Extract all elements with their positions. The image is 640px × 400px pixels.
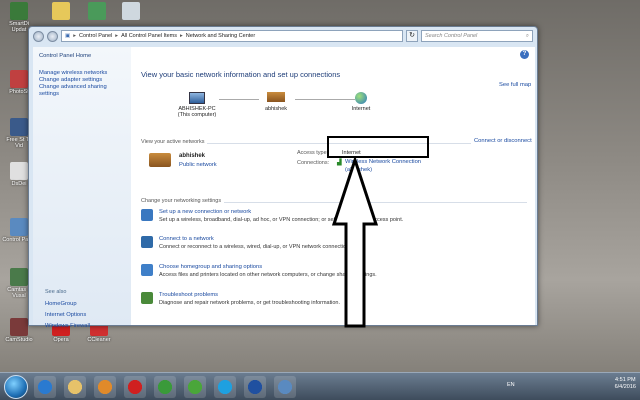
map-network: abhishek [251, 92, 301, 112]
taskbar-chrome-icon[interactable] [154, 376, 176, 398]
troubleshoot-icon [141, 292, 153, 304]
computer-icon [189, 92, 205, 104]
desktop-icon-label: CCleaner [87, 337, 111, 343]
clock-date: 6/4/2016 [614, 384, 636, 390]
connect-network-icon [141, 236, 153, 248]
globe-icon [355, 92, 367, 104]
sidebar-link-manage-wireless[interactable]: Manage wireless networks [39, 70, 125, 77]
search-placeholder: Search Control Panel [425, 33, 478, 39]
see-also-homegroup[interactable]: HomeGroup [45, 301, 77, 308]
network-type-link[interactable]: Public network [179, 162, 217, 169]
access-type-label: Access type: [297, 150, 329, 156]
task-troubleshoot-title[interactable]: Troubleshoot problems [159, 292, 218, 299]
task-new-connection-title[interactable]: Set up a new connection or network [159, 209, 251, 216]
task-troubleshoot-desc: Diagnose and repair network problems, or… [159, 300, 340, 306]
breadcrumb-2[interactable]: Network and Sharing Center [186, 33, 255, 39]
desktop-app-icon [122, 2, 140, 20]
connections-label: Connections: [297, 160, 330, 166]
task-connect-network-desc: Connect or reconnect to a wireless, wire… [159, 244, 351, 250]
desktop-icon-label: Opera [53, 337, 69, 343]
language-indicator[interactable]: EN [507, 382, 515, 388]
sidebar-link-advanced-sharing[interactable]: Change advanced sharing settings [39, 84, 123, 98]
see-full-map-link[interactable]: See full map [499, 82, 531, 89]
help-icon[interactable]: ? [520, 50, 529, 59]
clock-time: 4:51 PM [615, 377, 636, 383]
up-arrow-annotation [331, 158, 379, 328]
desktop-app-icon [10, 70, 28, 88]
map-internet: Internet [341, 92, 381, 112]
active-networks-label: View your active networks [141, 139, 208, 145]
map-internet-label: Internet [351, 106, 371, 112]
taskbar-bluetooth-icon[interactable] [244, 376, 266, 398]
active-network-name: abhishek [179, 153, 206, 159]
address-bar-row: ▣ ▸ Control Panel ▸ All Control Panel It… [29, 27, 537, 45]
desktop-app-icon [10, 268, 28, 286]
taskbar-skype-icon[interactable] [214, 376, 236, 398]
new-connection-icon [141, 209, 153, 221]
taskbar-media-icon[interactable] [94, 376, 116, 398]
desktop-icon-label: CamStudio [5, 337, 33, 343]
desktop-app-icon [88, 2, 106, 20]
highlight-box [327, 136, 429, 158]
change-settings-label: Change your networking settings [141, 198, 225, 204]
page-title: View your basic network information and … [141, 70, 341, 79]
connect-disconnect-link[interactable]: Connect or disconnect [471, 138, 532, 145]
desktop-icon[interactable] [44, 2, 78, 21]
task-homegroup-title[interactable]: Choose homegroup and sharing options [159, 264, 262, 271]
search-icon[interactable]: ⌕ [526, 33, 529, 40]
forward-button[interactable] [47, 30, 58, 42]
network-bench-icon [149, 153, 171, 167]
start-button[interactable] [4, 375, 28, 399]
desktop-app-icon [10, 318, 28, 336]
bench-icon [267, 92, 285, 102]
sidebar-link-adapter[interactable]: Change adapter settings [39, 77, 125, 84]
address-bar[interactable]: ▣ ▸ Control Panel ▸ All Control Panel It… [61, 30, 403, 42]
breadcrumb-1[interactable]: All Control Panel Items [121, 33, 177, 39]
network-icon: ▣ [65, 33, 71, 39]
desktop-app-icon [10, 118, 28, 136]
see-also-firewall[interactable]: Windows Firewall [45, 323, 90, 330]
desktop-icon[interactable] [80, 2, 114, 21]
map-computer-sub: (This computer) [177, 112, 217, 118]
task-connect-network-title[interactable]: Connect to a network [159, 236, 214, 243]
map-network-label: abhishek [264, 106, 288, 112]
desktop-app-icon [10, 162, 28, 180]
map-computer: ABHISHEK-PC (This computer) [167, 92, 227, 118]
sidebar-home-link[interactable]: Control Panel Home [39, 53, 125, 60]
sidebar: Control Panel Home Manage wireless netwo… [33, 47, 131, 329]
see-also-label: See also [45, 289, 67, 295]
clock[interactable]: 4:51 PM 6/4/2016 [615, 377, 636, 391]
refresh-icon[interactable]: ↻ [406, 30, 418, 42]
back-button[interactable] [33, 30, 44, 42]
taskbar-ie-icon[interactable] [34, 376, 56, 398]
taskbar-utorrent-icon[interactable] [184, 376, 206, 398]
network-sharing-window: ▣ ▸ Control Panel ▸ All Control Panel It… [28, 26, 538, 329]
homegroup-icon [141, 264, 153, 276]
taskbar: EN 4:51 PM 6/4/2016 [0, 372, 640, 400]
taskbar-explorer-icon[interactable] [64, 376, 86, 398]
breadcrumb-0[interactable]: Control Panel [79, 33, 112, 39]
taskbar-opera-icon[interactable] [124, 376, 146, 398]
desktop-app-icon [10, 218, 28, 236]
see-also-internet-options[interactable]: Internet Options [45, 312, 86, 319]
search-input[interactable]: Search Control Panel ⌕ [421, 30, 533, 42]
desktop-icon[interactable] [114, 2, 148, 21]
taskbar-network-icon[interactable] [274, 376, 296, 398]
desktop-app-icon [10, 2, 28, 20]
desktop-app-icon [52, 2, 70, 20]
